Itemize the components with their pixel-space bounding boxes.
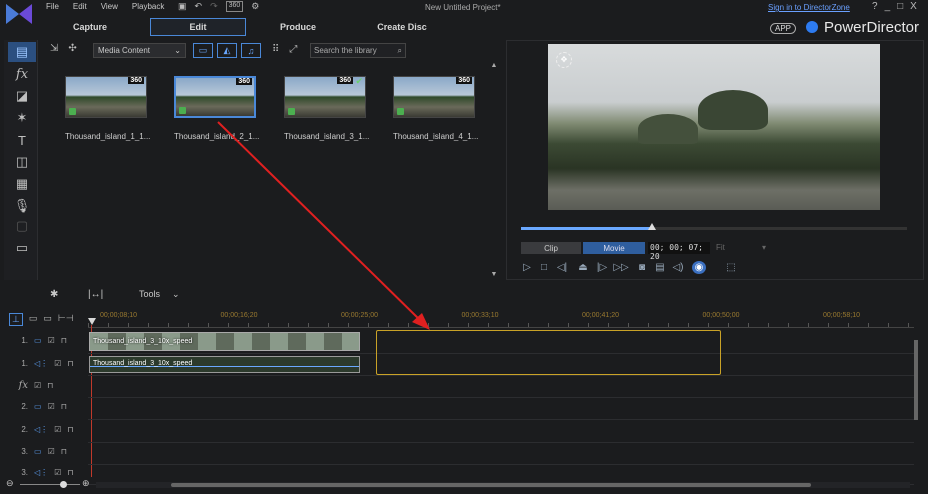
zoom-out-icon[interactable]: ⊖ — [6, 478, 14, 489]
zoom-knob[interactable] — [60, 481, 67, 488]
scroll-thumb[interactable] — [914, 340, 918, 420]
zoom-slider[interactable]: ⊖ ⊕ — [6, 478, 92, 490]
timeline-horizontal-scrollbar[interactable] — [96, 482, 910, 488]
scroll-thumb[interactable] — [171, 483, 811, 487]
drag-arrow — [217, 121, 430, 330]
timeline-vertical-scrollbar[interactable] — [914, 330, 920, 476]
zoom-in-icon[interactable]: ⊕ — [82, 478, 90, 489]
